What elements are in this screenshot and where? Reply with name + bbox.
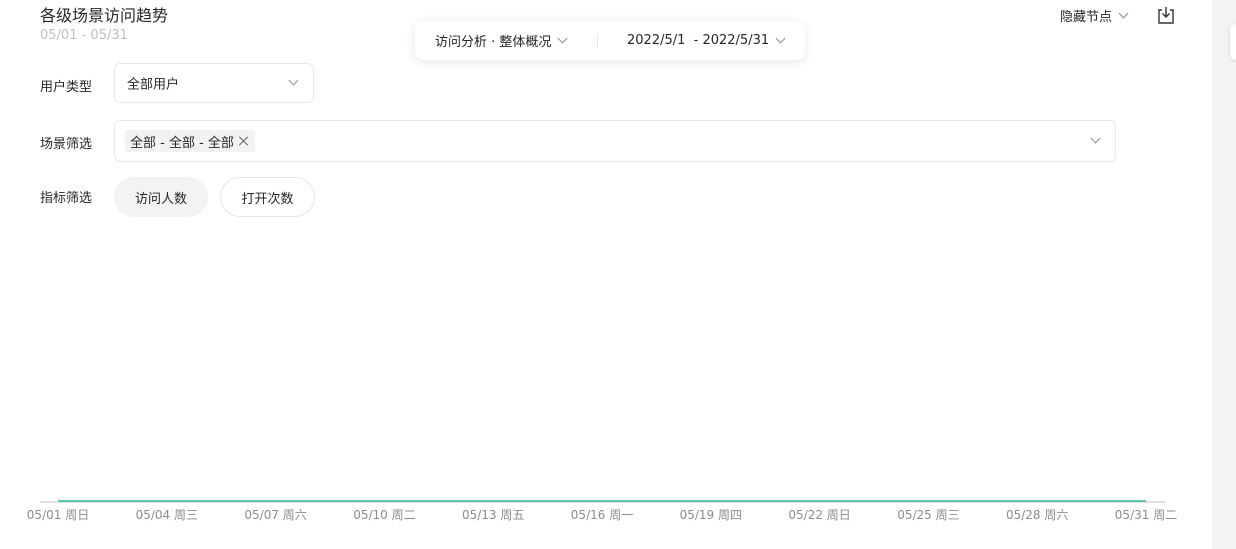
hide-nodes-toggle[interactable]: 隐藏节点 (1060, 6, 1129, 25)
page-title: 各级场景访问趋势 (40, 6, 169, 25)
metric-filter-label: 指标筛选 (40, 191, 93, 206)
export-download-icon[interactable] (1156, 5, 1176, 25)
side-panel-handle[interactable] (1230, 24, 1236, 60)
x-tick-label: 05/31 周二 (1115, 508, 1177, 522)
chevron-down-icon (557, 33, 568, 44)
user-type-value: 全部用户 (127, 77, 180, 93)
date-range-picker[interactable]: 2022/5/1 - 2022/5/31 (627, 21, 786, 60)
x-tick-label: 05/10 周二 (353, 508, 415, 522)
analysis-dropdown[interactable]: 访问分析 · 整体概况 (435, 21, 568, 60)
divider (597, 34, 598, 48)
x-tick-label: 05/04 周三 (136, 508, 198, 522)
x-tick-label: 05/19 周四 (680, 508, 742, 522)
x-tick-label: 05/13 周五 (462, 508, 524, 522)
hide-nodes-label: 隐藏节点 (1060, 10, 1113, 25)
close-icon[interactable] (239, 136, 249, 146)
scene-filter-label: 场景筛选 (40, 137, 93, 152)
x-tick-label: 05/07 周六 (244, 508, 306, 522)
chevron-down-icon (288, 75, 299, 86)
user-type-label: 用户类型 (40, 80, 93, 95)
x-tick-label: 05/01 周日 (27, 508, 89, 522)
trend-chart: 05/01 周日 05/04 周三 05/07 周六 05/10 周二 05/13 周五… (27, 500, 1177, 522)
x-tick-label: 05/22 周日 (788, 508, 850, 522)
analysis-dropdown-label: 访问分析 · 整体概况 (435, 35, 552, 50)
chevron-down-icon (1090, 133, 1101, 144)
chevron-down-icon (1118, 8, 1129, 19)
right-gutter (1212, 0, 1236, 549)
date-subtitle: 05/01 - 05/31 (40, 28, 128, 43)
metric-option-visitors[interactable]: 访问人数 (114, 177, 208, 217)
x-tick-label: 05/16 周一 (571, 508, 633, 522)
user-type-select[interactable]: 全部用户 (114, 63, 314, 103)
x-tick-label: 05/25 周三 (897, 508, 959, 522)
x-tick-label: 05/28 周六 (1006, 508, 1068, 522)
date-range-label: 2022/5/1 - 2022/5/31 (627, 33, 770, 48)
scene-tag: 全部 - 全部 - 全部 (125, 130, 255, 152)
scene-tag-label: 全部 - 全部 - 全部 (130, 135, 234, 151)
metric-option-opens[interactable]: 打开次数 (220, 177, 315, 217)
scene-filter-select[interactable]: 全部 - 全部 - 全部 (114, 120, 1116, 162)
chevron-down-icon (775, 33, 786, 44)
floating-filter-bar: 访问分析 · 整体概况 2022/5/1 - 2022/5/31 (415, 21, 805, 60)
